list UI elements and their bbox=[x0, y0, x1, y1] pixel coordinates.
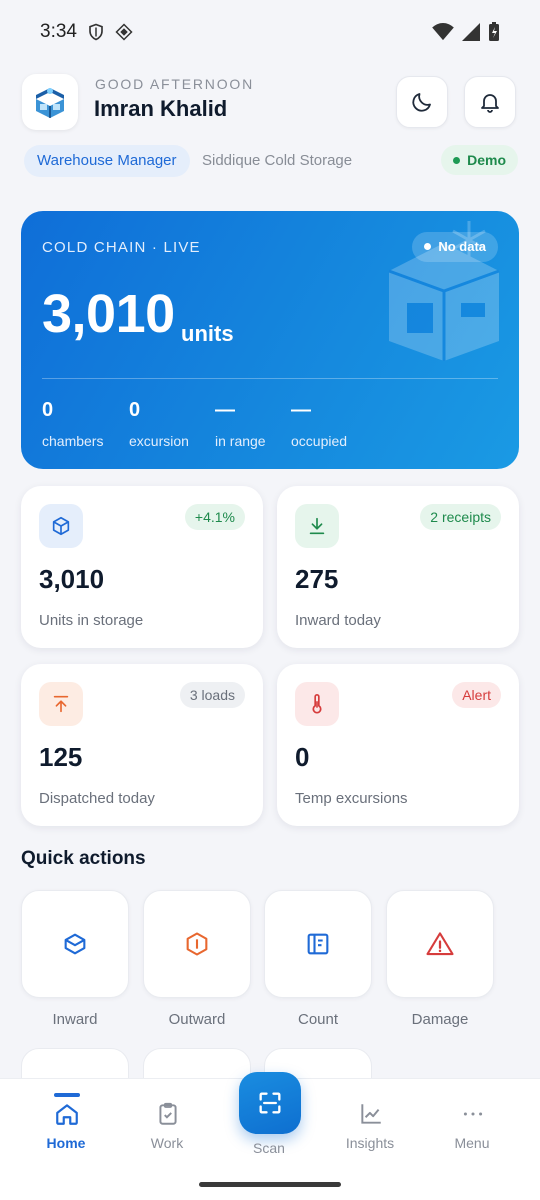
card-label: Units in storage bbox=[39, 612, 144, 629]
card-units-in-storage[interactable]: +4.1% 3,010 Units in storage bbox=[21, 486, 263, 648]
count-icon bbox=[307, 933, 329, 955]
role-chip[interactable]: Warehouse Manager bbox=[24, 145, 190, 177]
nav-home[interactable]: Home bbox=[16, 1079, 116, 1159]
quick-actions-title: Quick actions bbox=[21, 848, 146, 869]
home-indicator bbox=[199, 1182, 341, 1187]
nav-work[interactable]: Work bbox=[117, 1079, 217, 1159]
status-dot bbox=[424, 243, 432, 251]
card-badge: 2 receipts bbox=[420, 504, 501, 530]
hero-divider bbox=[42, 378, 498, 379]
hero-kicker: COLD CHAIN · LIVE bbox=[42, 239, 201, 256]
demo-badge-label: Demo bbox=[467, 152, 506, 168]
notifications-button[interactable] bbox=[464, 76, 516, 128]
quick-action-damage[interactable] bbox=[386, 890, 494, 998]
nav-menu[interactable]: Menu bbox=[422, 1079, 522, 1159]
box-icon bbox=[52, 516, 70, 536]
greeting-text: GOOD AFTERNOON bbox=[95, 76, 254, 92]
home-icon bbox=[56, 1104, 78, 1125]
download-icon bbox=[309, 517, 325, 535]
battery-icon bbox=[489, 22, 499, 41]
warehouse-logo-icon bbox=[36, 88, 64, 118]
wifi-icon bbox=[432, 23, 454, 41]
card-badge: 3 loads bbox=[179, 682, 245, 708]
hero-status-label: No data bbox=[438, 239, 486, 254]
cold-chain-card[interactable]: COLD CHAIN · LIVE No data 3,010 units 0 … bbox=[21, 211, 519, 469]
shield-icon bbox=[89, 23, 103, 41]
theme-toggle-button[interactable] bbox=[396, 76, 448, 128]
card-badge: +4.1% bbox=[184, 504, 245, 530]
warning-icon bbox=[426, 932, 454, 956]
card-badge: Alert bbox=[452, 682, 501, 708]
user-name: Imran Khalid bbox=[94, 96, 228, 121]
hero-unit: units bbox=[181, 321, 234, 346]
quick-action-label: Inward bbox=[52, 1011, 98, 1028]
chart-icon bbox=[361, 1104, 381, 1124]
hero-stat-label: excursion bbox=[129, 433, 189, 449]
card-label: Dispatched today bbox=[39, 790, 155, 807]
quick-action-label: Damage bbox=[411, 1011, 469, 1028]
card-icon-wrap bbox=[39, 682, 83, 726]
hero-stat-label: occupied bbox=[291, 433, 348, 449]
hero-stat-label: in range bbox=[215, 433, 266, 449]
quick-action-count[interactable] bbox=[264, 890, 372, 998]
facility-name: Siddique Cold Storage bbox=[202, 152, 353, 169]
signal-icon bbox=[462, 23, 480, 41]
card-temp-excursions[interactable]: Alert 0 Temp excursions bbox=[277, 664, 519, 826]
app-logo bbox=[22, 74, 78, 130]
quick-action-outward[interactable] bbox=[143, 890, 251, 998]
hero-stat-chambers: 0 chambers bbox=[42, 399, 103, 449]
card-value: 0 bbox=[295, 742, 310, 772]
card-value: 125 bbox=[39, 742, 83, 772]
card-value: 3,010 bbox=[39, 564, 105, 594]
hero-stat-excursion: 0 excursion bbox=[129, 399, 189, 449]
scan-icon bbox=[259, 1092, 281, 1114]
nav-label: Work bbox=[150, 1135, 184, 1151]
quick-action-label: Count bbox=[297, 1011, 339, 1028]
nav-label: Menu bbox=[454, 1135, 490, 1151]
hero-stat-in-range: — in range bbox=[215, 399, 266, 449]
hero-stat-value: — bbox=[215, 399, 235, 421]
app-header: GOOD AFTERNOON Imran Khalid bbox=[22, 74, 518, 132]
thermometer-icon bbox=[312, 694, 322, 714]
status-dot bbox=[453, 156, 461, 164]
nav-label: Insights bbox=[345, 1135, 395, 1151]
status-time: 3:34 bbox=[40, 21, 77, 42]
hero-stat-occupied: — occupied bbox=[291, 399, 347, 449]
nav-insights[interactable]: Insights bbox=[320, 1079, 420, 1159]
card-value: 275 bbox=[295, 564, 339, 594]
card-icon-wrap bbox=[295, 682, 339, 726]
hero-stat-value: — bbox=[291, 399, 311, 421]
quick-action-inward[interactable] bbox=[21, 890, 129, 998]
card-dispatched-today[interactable]: 3 loads 125 Dispatched today bbox=[21, 664, 263, 826]
hero-status-badge: No data bbox=[412, 232, 498, 262]
status-bar: 3:34 bbox=[0, 0, 540, 64]
card-icon-wrap bbox=[295, 504, 339, 548]
quick-action-label: Outward bbox=[168, 1011, 226, 1028]
scan-button[interactable] bbox=[239, 1072, 301, 1134]
hero-total: 3,010 bbox=[42, 284, 175, 344]
more-icon bbox=[463, 1112, 483, 1116]
bell-icon bbox=[481, 94, 499, 113]
upload-icon bbox=[53, 695, 69, 713]
box-icon bbox=[64, 933, 86, 955]
card-icon-wrap bbox=[39, 504, 83, 548]
hero-stat-value: 0 bbox=[42, 399, 54, 421]
active-indicator bbox=[54, 1093, 80, 1097]
card-inward-today[interactable]: 2 receipts 275 Inward today bbox=[277, 486, 519, 648]
role-row: Warehouse Manager Siddique Cold Storage … bbox=[24, 145, 518, 179]
box-out-icon bbox=[186, 932, 208, 956]
demo-badge: Demo bbox=[441, 145, 518, 175]
clipboard-icon bbox=[159, 1102, 177, 1125]
moon-icon bbox=[412, 93, 431, 112]
card-label: Temp excursions bbox=[295, 790, 408, 807]
hero-stat-label: chambers bbox=[42, 433, 104, 449]
scan-label: Scan bbox=[253, 1140, 285, 1156]
card-label: Inward today bbox=[295, 612, 381, 629]
dnd-icon bbox=[115, 23, 133, 41]
nav-label: Home bbox=[46, 1135, 86, 1151]
hero-stat-value: 0 bbox=[129, 399, 141, 421]
